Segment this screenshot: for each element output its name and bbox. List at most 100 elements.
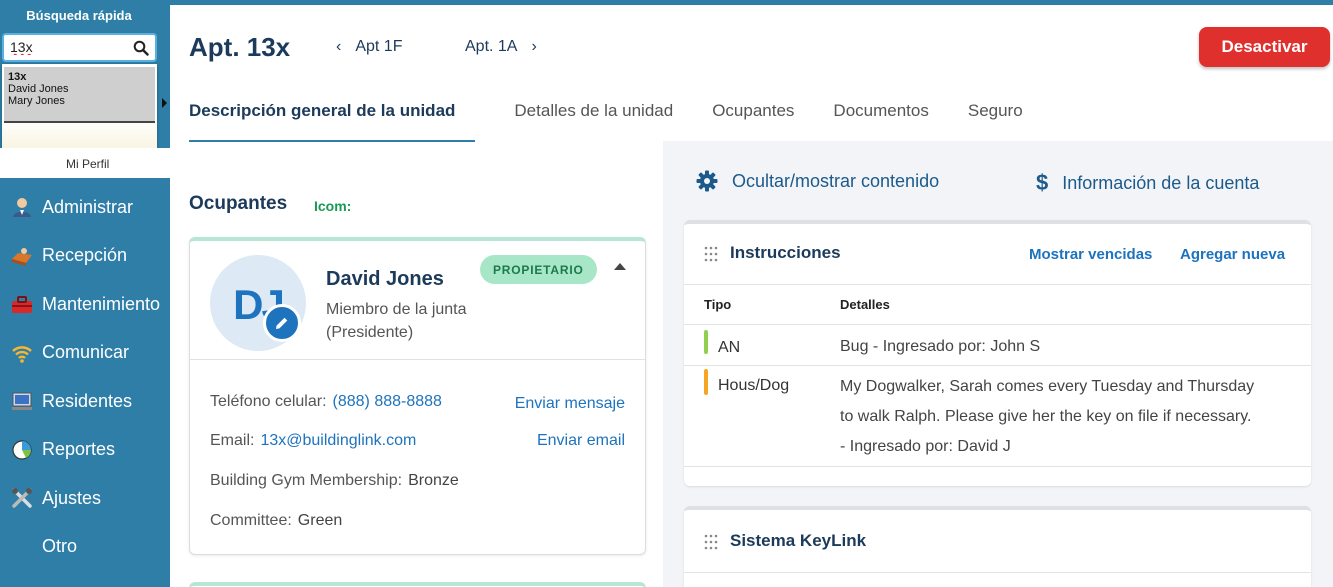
owner-badge: PROPIETARIO [480,255,597,284]
tab-ocupantes[interactable]: Ocupantes [712,100,794,142]
instruction-details-line: My Dogwalker, Sarah comes every Tuesday … [840,378,1255,395]
tab-documentos[interactable]: Documentos [833,100,928,142]
instruction-type: AN [718,339,741,356]
sidebar-item-otro[interactable]: Otro [0,523,170,572]
pie-chart-icon [10,438,34,462]
row-divider [684,324,1311,325]
collapse-caret-icon[interactable] [614,263,626,270]
type-color-bar [704,369,708,395]
sidebar-item-recepcion[interactable]: Recepción [0,232,170,281]
row-divider [684,466,1311,467]
occupant-role-line: Miembro de la junta [326,301,467,318]
instruction-details-line: Bug - Ingresado por: John S [840,338,1041,355]
account-info-link[interactable]: $ Información de la cuenta [1036,170,1259,196]
type-color-bar [704,330,708,354]
keylink-title: Sistema KeyLink [730,531,867,550]
header-divider [684,572,1311,573]
sidebar-item-label: Recepción [42,245,128,266]
tab-descripcion-general[interactable]: Descripción general de la unidad [189,100,476,142]
front-desk-package-icon [10,244,34,268]
add-new-link[interactable]: Agregar nueva [1180,246,1285,263]
sidebar-item-comunicar[interactable]: Comunicar [0,329,170,378]
instructions-panel: Instrucciones Mostrar vencidas Agregar n… [684,220,1311,486]
prev-unit-label: Apt 1F [355,38,403,55]
page-title: Apt. 13x [189,32,291,62]
sidebar-item-label: Otro [42,536,78,557]
next-occupant-card [189,582,646,587]
sidebar-item-residentes[interactable]: Residentes [0,377,170,426]
occupants-heading: Ocupantes [189,193,288,214]
monitor-icon [10,389,34,413]
gear-icon [696,170,718,192]
sidebar-item-label: Mantenimiento [42,293,161,314]
sidebar-item-label: Administrar [42,196,134,217]
send-email-link[interactable]: Enviar email [537,432,625,450]
profile-link[interactable]: Mi Perfil [0,157,170,171]
occupant-name[interactable]: David Jones [326,268,444,291]
instructions-title: Instrucciones [730,243,841,262]
keylink-panel: Sistema KeyLink [684,506,1311,587]
search-icon[interactable] [133,40,149,56]
gym-value: Bronze [408,472,459,489]
committee-row: Committee: Green [210,512,342,530]
search-results-dropdown: 13x David Jones Mary Jones [2,64,157,154]
sidebar: Búsqueda rápida 13x David Jones Mary Jon… [0,0,170,587]
instruction-details-line: to walk Ralph. Please give her the key o… [840,408,1252,425]
deactivate-button[interactable]: Desactivar [1199,27,1330,67]
sidebar-item-administrar[interactable]: Administrar [0,183,170,232]
sidebar-item-label: Ajustes [42,487,102,508]
edit-pencil-button[interactable] [263,304,301,342]
occupant-card: DJ David Jones Miembro de la junta (Pres… [189,237,646,555]
sidebar-item-ajustes[interactable]: Ajustes [0,474,170,523]
column-header-details: Detalles [840,297,890,312]
chevron-left-icon: ‹ [336,38,342,55]
instruction-details: My Dogwalker, Sarah comes every Tuesday … [840,372,1300,462]
header-divider [684,284,1311,285]
quick-search-title: Búsqueda rápida [26,8,132,23]
unit-tabs: Descripción general de la unidad Detalle… [189,100,1062,142]
wifi-broadcast-icon [10,341,34,365]
icom-label: Icom: [314,198,352,214]
admin-user-icon [10,195,34,219]
send-message-link[interactable]: Enviar mensaje [515,395,625,413]
occupant-role-line: (Presidente) [326,324,414,341]
tab-seguro[interactable]: Seguro [968,100,1023,142]
email-label: Email: [210,432,255,449]
tools-icon [10,486,34,510]
search-result-person[interactable]: David Jones [8,83,151,95]
next-unit-link[interactable]: Apt. 1A › [465,38,537,56]
quick-search-input[interactable] [10,39,120,55]
collapse-arrow-icon[interactable] [162,98,167,108]
gym-row: Building Gym Membership: Bronze [210,472,459,490]
row-divider [684,365,1311,366]
card-divider [190,359,645,360]
sidebar-item-label: Comunicar [42,342,130,363]
toggle-content-label: Ocultar/mostrar contenido [732,170,940,191]
prev-unit-link[interactable]: ‹ Apt 1F [336,38,402,56]
phone-value[interactable]: (888) 888-8888 [333,393,442,410]
pencil-icon [276,317,288,329]
instruction-details: Bug - Ingresado por: John S [840,332,1300,362]
quick-search-box[interactable] [2,33,157,62]
sidebar-item-mantenimiento[interactable]: Mantenimiento [0,280,170,329]
sidebar-item-reportes[interactable]: Reportes [0,426,170,475]
tab-detalles-unidad[interactable]: Detalles de la unidad [514,100,673,142]
search-results-list: 13x David Jones Mary Jones [4,67,155,123]
next-unit-label: Apt. 1A [465,38,518,55]
search-result-unit[interactable]: 13x [8,71,151,83]
show-expired-link[interactable]: Mostrar vencidas [1029,246,1152,263]
drag-handle-icon[interactable] [704,534,718,550]
top-bar [170,0,1333,5]
chevron-right-icon: › [531,38,537,55]
search-result-person[interactable]: Mary Jones [8,95,151,107]
phone-label: Teléfono celular: [210,393,327,410]
occupant-role: Miembro de la junta (Presidente) [326,298,506,344]
phone-row: Teléfono celular: (888) 888-8888 [210,393,442,411]
drag-handle-icon[interactable] [704,246,718,262]
email-value[interactable]: 13x@buildinglink.com [260,432,416,449]
sidebar-item-label: Reportes [42,439,116,460]
toggle-content-link[interactable]: Ocultar/mostrar contenido [696,170,939,192]
account-info-label: Información de la cuenta [1062,172,1260,193]
instruction-details-line: - Ingresado por: David J [840,438,1011,455]
sidebar-nav: Administrar Recepción Mantenimiento Comu… [0,183,170,571]
